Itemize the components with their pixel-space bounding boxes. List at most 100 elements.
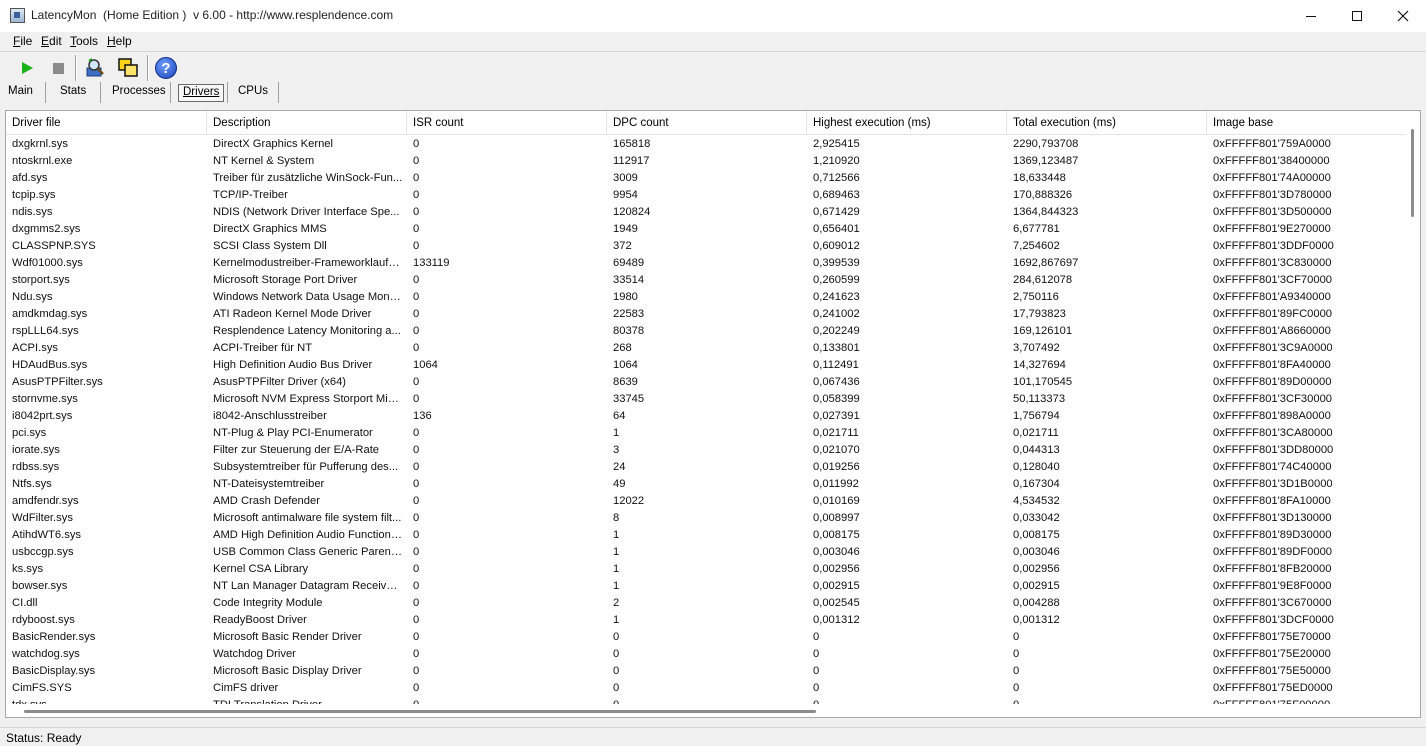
tab-processes[interactable]: Processes <box>108 84 170 102</box>
table-row[interactable]: Wdf01000.sys Kernelmodustreiber-Framework… <box>6 255 1408 272</box>
table-row[interactable]: afd.sys Treiber für zusätzliche WinSock-F… <box>6 170 1408 187</box>
cell-driver-file: WdFilter.sys <box>12 512 73 524</box>
table-row[interactable]: stornvme.sys Microsoft NVM Express Storpo… <box>6 391 1408 408</box>
cell-highest-execution: 0 <box>813 648 820 660</box>
cell-description: Filter zur Steuerung der E/A-Rate <box>213 444 380 456</box>
cell-driver-file: CimFS.SYS <box>12 682 72 694</box>
table-row[interactable]: watchdog.sys Watchdog Driver 0 0 0 0 0xFFFFF80… <box>6 646 1408 663</box>
tab-main[interactable]: Main <box>4 84 37 102</box>
cell-dpc-count: 0 <box>613 665 620 677</box>
column-header-description[interactable]: Description <box>207 111 407 135</box>
cell-image-base: 0xFFFFF801'89DF0000 <box>1213 546 1333 558</box>
table-row[interactable]: amdfendr.sys AMD Crash Defender 0 12022 0,01… <box>6 493 1408 510</box>
cell-image-base: 0xFFFFF801'75E50000 <box>1213 665 1331 677</box>
table-row[interactable]: dxgkrnl.sys DirectX Graphics Kernel 0 16581… <box>6 136 1408 153</box>
table-row[interactable]: pci.sys NT-Plug & Play PCI-Enumerator 0 1 0,… <box>6 425 1408 442</box>
table-row[interactable]: ntoskrnl.exe NT Kernel & System 0 112917 1,2… <box>6 153 1408 170</box>
table-row[interactable]: ndis.sys NDIS (Network Driver Interface S… <box>6 204 1408 221</box>
table-row[interactable]: bowser.sys NT Lan Manager Datagram Receiv… <box>6 578 1408 595</box>
column-header-total-execution[interactable]: Total execution (ms) <box>1007 111 1207 135</box>
stop-button[interactable] <box>45 55 71 81</box>
vertical-scrollbar[interactable] <box>1406 111 1420 705</box>
table-row[interactable]: i8042prt.sys i8042-Anschlusstreiber 136 64 0… <box>6 408 1408 425</box>
cell-dpc-count: 2 <box>613 597 620 609</box>
cell-driver-file: bowser.sys <box>12 580 68 592</box>
cell-image-base: 0xFFFFF801'8FB20000 <box>1213 563 1332 575</box>
cell-driver-file: tcpip.sys <box>12 189 56 201</box>
table-row[interactable]: CimFS.SYS CimFS driver 0 0 0 0 0xFFFFF801'75ED… <box>6 680 1408 697</box>
tab-cpus[interactable]: CPUs <box>234 84 272 102</box>
table-row[interactable]: rdyboost.sys ReadyBoost Driver 0 1 0,001312 0… <box>6 612 1408 629</box>
column-header-highest-execution[interactable]: Highest execution (ms) <box>807 111 1007 135</box>
tab-stats[interactable]: Stats <box>56 84 90 102</box>
cell-dpc-count: 0 <box>613 648 620 660</box>
table-row[interactable]: dxgmms2.sys DirectX Graphics MMS 0 1949 0,65… <box>6 221 1408 238</box>
menu-file[interactable]: File <box>13 34 32 48</box>
cell-driver-file: HDAudBus.sys <box>12 359 88 371</box>
start-button[interactable] <box>14 55 40 81</box>
menu-edit[interactable]: Edit <box>41 34 62 48</box>
close-button[interactable] <box>1380 0 1426 32</box>
help-button[interactable]: ? <box>153 55 179 81</box>
menu-help[interactable]: Help <box>107 34 132 48</box>
cell-image-base: 0xFFFFF801'3C9A0000 <box>1213 342 1333 354</box>
tab-separator <box>278 82 279 103</box>
table-row[interactable]: iorate.sys Filter zur Steuerung der E/A-R… <box>6 442 1408 459</box>
table-row[interactable]: rdbss.sys Subsystemtreiber für Pufferung … <box>6 459 1408 476</box>
cell-dpc-count: 120824 <box>613 206 651 218</box>
table-row[interactable]: usbccgp.sys USB Common Class Generic Pare… <box>6 544 1408 561</box>
vertical-scroll-thumb[interactable] <box>1411 129 1414 217</box>
table-row[interactable]: AsusPTPFilter.sys AsusPTPFilter Driver (x… <box>6 374 1408 391</box>
cell-description: AMD High Definition Audio Function ... <box>213 529 403 541</box>
table-row[interactable]: tcpip.sys TCP/IP-Treiber 0 9954 0,689463 170,… <box>6 187 1408 204</box>
horizontal-scrollbar[interactable] <box>6 705 1408 717</box>
cell-image-base: 0xFFFFF801'3D500000 <box>1213 206 1332 218</box>
windows-button[interactable] <box>115 55 141 81</box>
table-row[interactable]: Ntfs.sys NT-Dateisystemtreiber 0 49 0,011992… <box>6 476 1408 493</box>
table-row[interactable]: ACPI.sys ACPI-Treiber für NT 0 268 0,133801 3… <box>6 340 1408 357</box>
cell-total-execution: 17,793823 <box>1013 308 1066 320</box>
cell-driver-file: ks.sys <box>12 563 44 575</box>
column-header-image-base[interactable]: Image base <box>1207 111 1408 135</box>
cell-isr-count: 0 <box>413 376 420 388</box>
table-row[interactable]: storport.sys Microsoft Storage Port Drive… <box>6 272 1408 289</box>
cell-dpc-count: 1 <box>613 563 620 575</box>
cell-driver-file: ndis.sys <box>12 206 53 218</box>
table-row[interactable]: tdx.sysTDI Translation Driver00000xFFFFF… <box>6 697 1408 704</box>
table-row[interactable]: HDAudBus.sys High Definition Audio Bus Dr… <box>6 357 1408 374</box>
column-header-dpc-count[interactable]: DPC count <box>607 111 807 135</box>
cell-image-base: 0xFFFFF801'898A0000 <box>1213 410 1331 422</box>
table-row[interactable]: CI.dll Code Integrity Module 0 2 0,002545 0,0… <box>6 595 1408 612</box>
horizontal-scroll-thumb[interactable] <box>24 710 816 713</box>
cell-driver-file: Ndu.sys <box>12 291 53 303</box>
play-icon <box>21 62 33 74</box>
table-row[interactable]: WdFilter.sys Microsoft antimalware file s… <box>6 510 1408 527</box>
analyze-button[interactable] <box>82 55 108 81</box>
cell-isr-count: 0 <box>413 206 420 218</box>
cell-image-base: 0xFFFFF801'3D780000 <box>1213 189 1332 201</box>
drivers-table: Driver file Description ISR count DPC co… <box>5 110 1421 718</box>
table-row[interactable]: rspLLL64.sys Resplendence Latency Monitor… <box>6 323 1408 340</box>
cell-image-base: 0xFFFFF801'3DDF0000 <box>1213 240 1334 252</box>
table-row[interactable]: BasicRender.sys Microsoft Basic Render Dr… <box>6 629 1408 646</box>
cell-description: Microsoft Basic Render Driver <box>213 631 362 643</box>
table-row[interactable]: ks.sys Kernel CSA Library 0 1 0,002956 0,0029… <box>6 561 1408 578</box>
tab-drivers[interactable]: Drivers <box>178 84 225 102</box>
minimize-button[interactable] <box>1288 0 1334 32</box>
table-row[interactable]: Ndu.sys Windows Network Data Usage Monit.… <box>6 289 1408 306</box>
column-header-driver-file[interactable]: Driver file <box>6 111 207 135</box>
table-row[interactable]: AtihdWT6.sys AMD High Definition Audio Fu… <box>6 527 1408 544</box>
help-icon: ? <box>155 57 177 79</box>
cell-total-execution: 0 <box>1007 697 1203 704</box>
column-header-isr-count[interactable]: ISR count <box>407 111 607 135</box>
cell-driver-file: BasicDisplay.sys <box>12 665 96 677</box>
table-row[interactable]: BasicDisplay.sys Microsoft Basic Display … <box>6 663 1408 680</box>
tab-separator <box>170 82 171 103</box>
table-row[interactable]: amdkmdag.sys ATI Radeon Kernel Mode Drive… <box>6 306 1408 323</box>
cell-highest-execution: 0,067436 <box>813 376 860 388</box>
menu-tools[interactable]: Tools <box>70 34 98 48</box>
table-row[interactable]: CLASSPNP.SYS SCSI Class System Dll 0 372 0,6… <box>6 238 1408 255</box>
maximize-button[interactable] <box>1334 0 1380 32</box>
cell-isr-count: 0 <box>413 665 420 677</box>
cell-description: NT-Dateisystemtreiber <box>213 478 325 490</box>
